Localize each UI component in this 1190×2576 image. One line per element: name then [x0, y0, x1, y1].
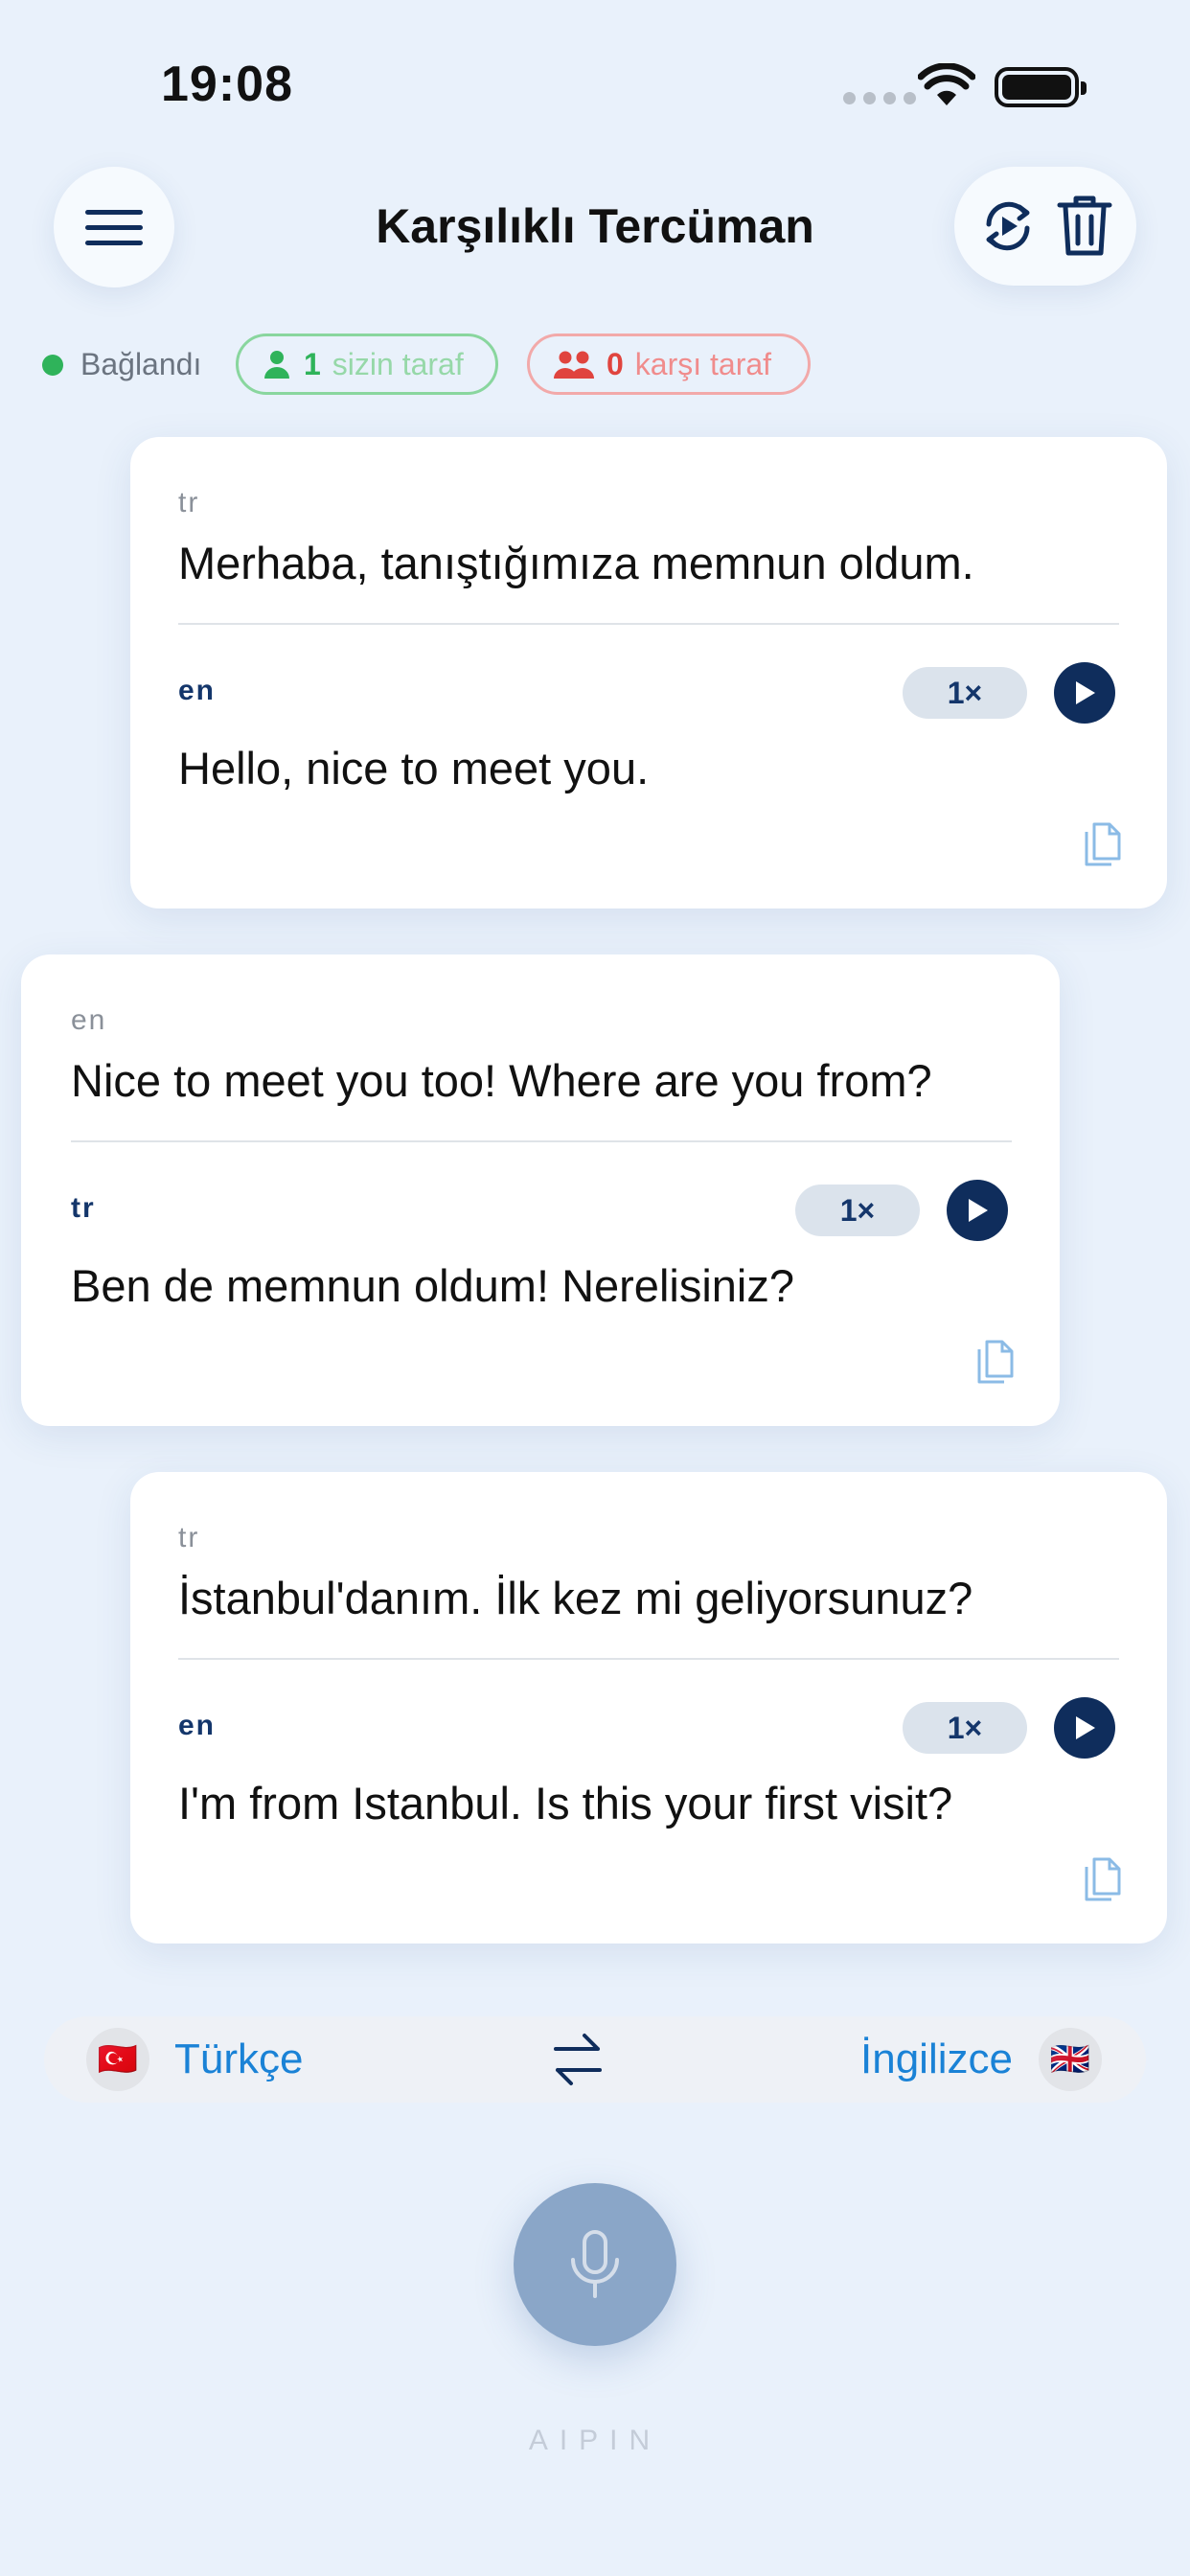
target-language: en — [178, 675, 217, 706]
connection-status: Bağlandı — [42, 347, 201, 382]
uk-flag-icon[interactable]: 🇬🇧 — [1039, 2028, 1102, 2091]
my-side-badge[interactable]: 1 sizin taraf — [236, 334, 498, 395]
header-actions — [954, 167, 1136, 286]
connection-label: Bağlandı — [80, 347, 202, 381]
target-language: en — [178, 1710, 217, 1741]
connected-dot — [42, 354, 63, 376]
message-card: tr İstanbul'danım. İlk kez mi geliyorsun… — [130, 1472, 1167, 1944]
source-language-button[interactable]: Türkçe — [174, 2036, 303, 2083]
other-side-count: 0 — [606, 346, 624, 381]
divider — [178, 623, 1119, 625]
microphone-icon — [571, 2230, 619, 2298]
source-language: en — [71, 1004, 107, 1036]
my-side-label: sizin taraf — [332, 346, 464, 381]
message-card: en Nice to meet you too! Where are you f… — [21, 954, 1060, 1426]
speed-button[interactable]: 1× — [903, 667, 1027, 719]
status-time: 19:08 — [161, 57, 293, 112]
target-language-button[interactable]: İngilizce — [860, 2036, 1013, 2083]
play-button[interactable] — [1054, 1697, 1115, 1759]
speed-button[interactable]: 1× — [903, 1702, 1027, 1754]
divider — [178, 1658, 1119, 1660]
copy-icon[interactable] — [1081, 820, 1123, 866]
source-text: İstanbul'danım. İlk kez mi geliyorsunuz? — [178, 1573, 973, 1623]
people-icon — [554, 351, 594, 379]
turkish-flag-icon[interactable]: 🇹🇷 — [86, 2028, 149, 2091]
translated-text: I'm from Istanbul. Is this your first vi… — [178, 1778, 953, 1828]
other-side-label: karşı taraf — [634, 346, 772, 381]
brand-logo: AIPIN — [528, 2425, 662, 2456]
language-selector-bar: 🇹🇷 Türkçe İngilizce 🇬🇧 — [44, 2016, 1146, 2103]
source-text: Merhaba, tanıştığımıza memnun oldum. — [178, 538, 974, 588]
microphone-button[interactable] — [514, 2183, 676, 2346]
play-icon — [1076, 681, 1095, 704]
source-text: Nice to meet you too! Where are you from… — [71, 1055, 932, 1106]
battery-icon — [995, 67, 1087, 107]
play-button[interactable] — [947, 1180, 1008, 1241]
play-button[interactable] — [1054, 662, 1115, 724]
other-side-badge[interactable]: 0 karşı taraf — [527, 334, 811, 395]
source-language: tr — [178, 1522, 200, 1553]
play-icon — [1076, 1716, 1095, 1739]
divider — [71, 1140, 1012, 1142]
target-language: tr — [71, 1192, 96, 1224]
my-side-count: 1 — [304, 346, 321, 381]
cellular-signal-icon — [843, 92, 916, 104]
source-language: tr — [178, 487, 200, 518]
translated-text: Hello, nice to meet you. — [178, 743, 650, 794]
wifi-icon — [918, 63, 975, 105]
translated-text: Ben de memnun oldum! Nerelisiniz? — [71, 1260, 794, 1311]
play-icon — [969, 1199, 988, 1222]
copy-icon[interactable] — [973, 1338, 1016, 1384]
copy-icon[interactable] — [1081, 1855, 1123, 1901]
message-card: tr Merhaba, tanıştığımıza memnun oldum. … — [130, 437, 1167, 908]
swap-arrows-icon[interactable] — [552, 2032, 604, 2087]
replay-icon[interactable] — [977, 196, 1039, 257]
person-icon — [264, 351, 289, 379]
speed-button[interactable]: 1× — [795, 1184, 920, 1236]
trash-icon[interactable] — [1056, 194, 1113, 259]
